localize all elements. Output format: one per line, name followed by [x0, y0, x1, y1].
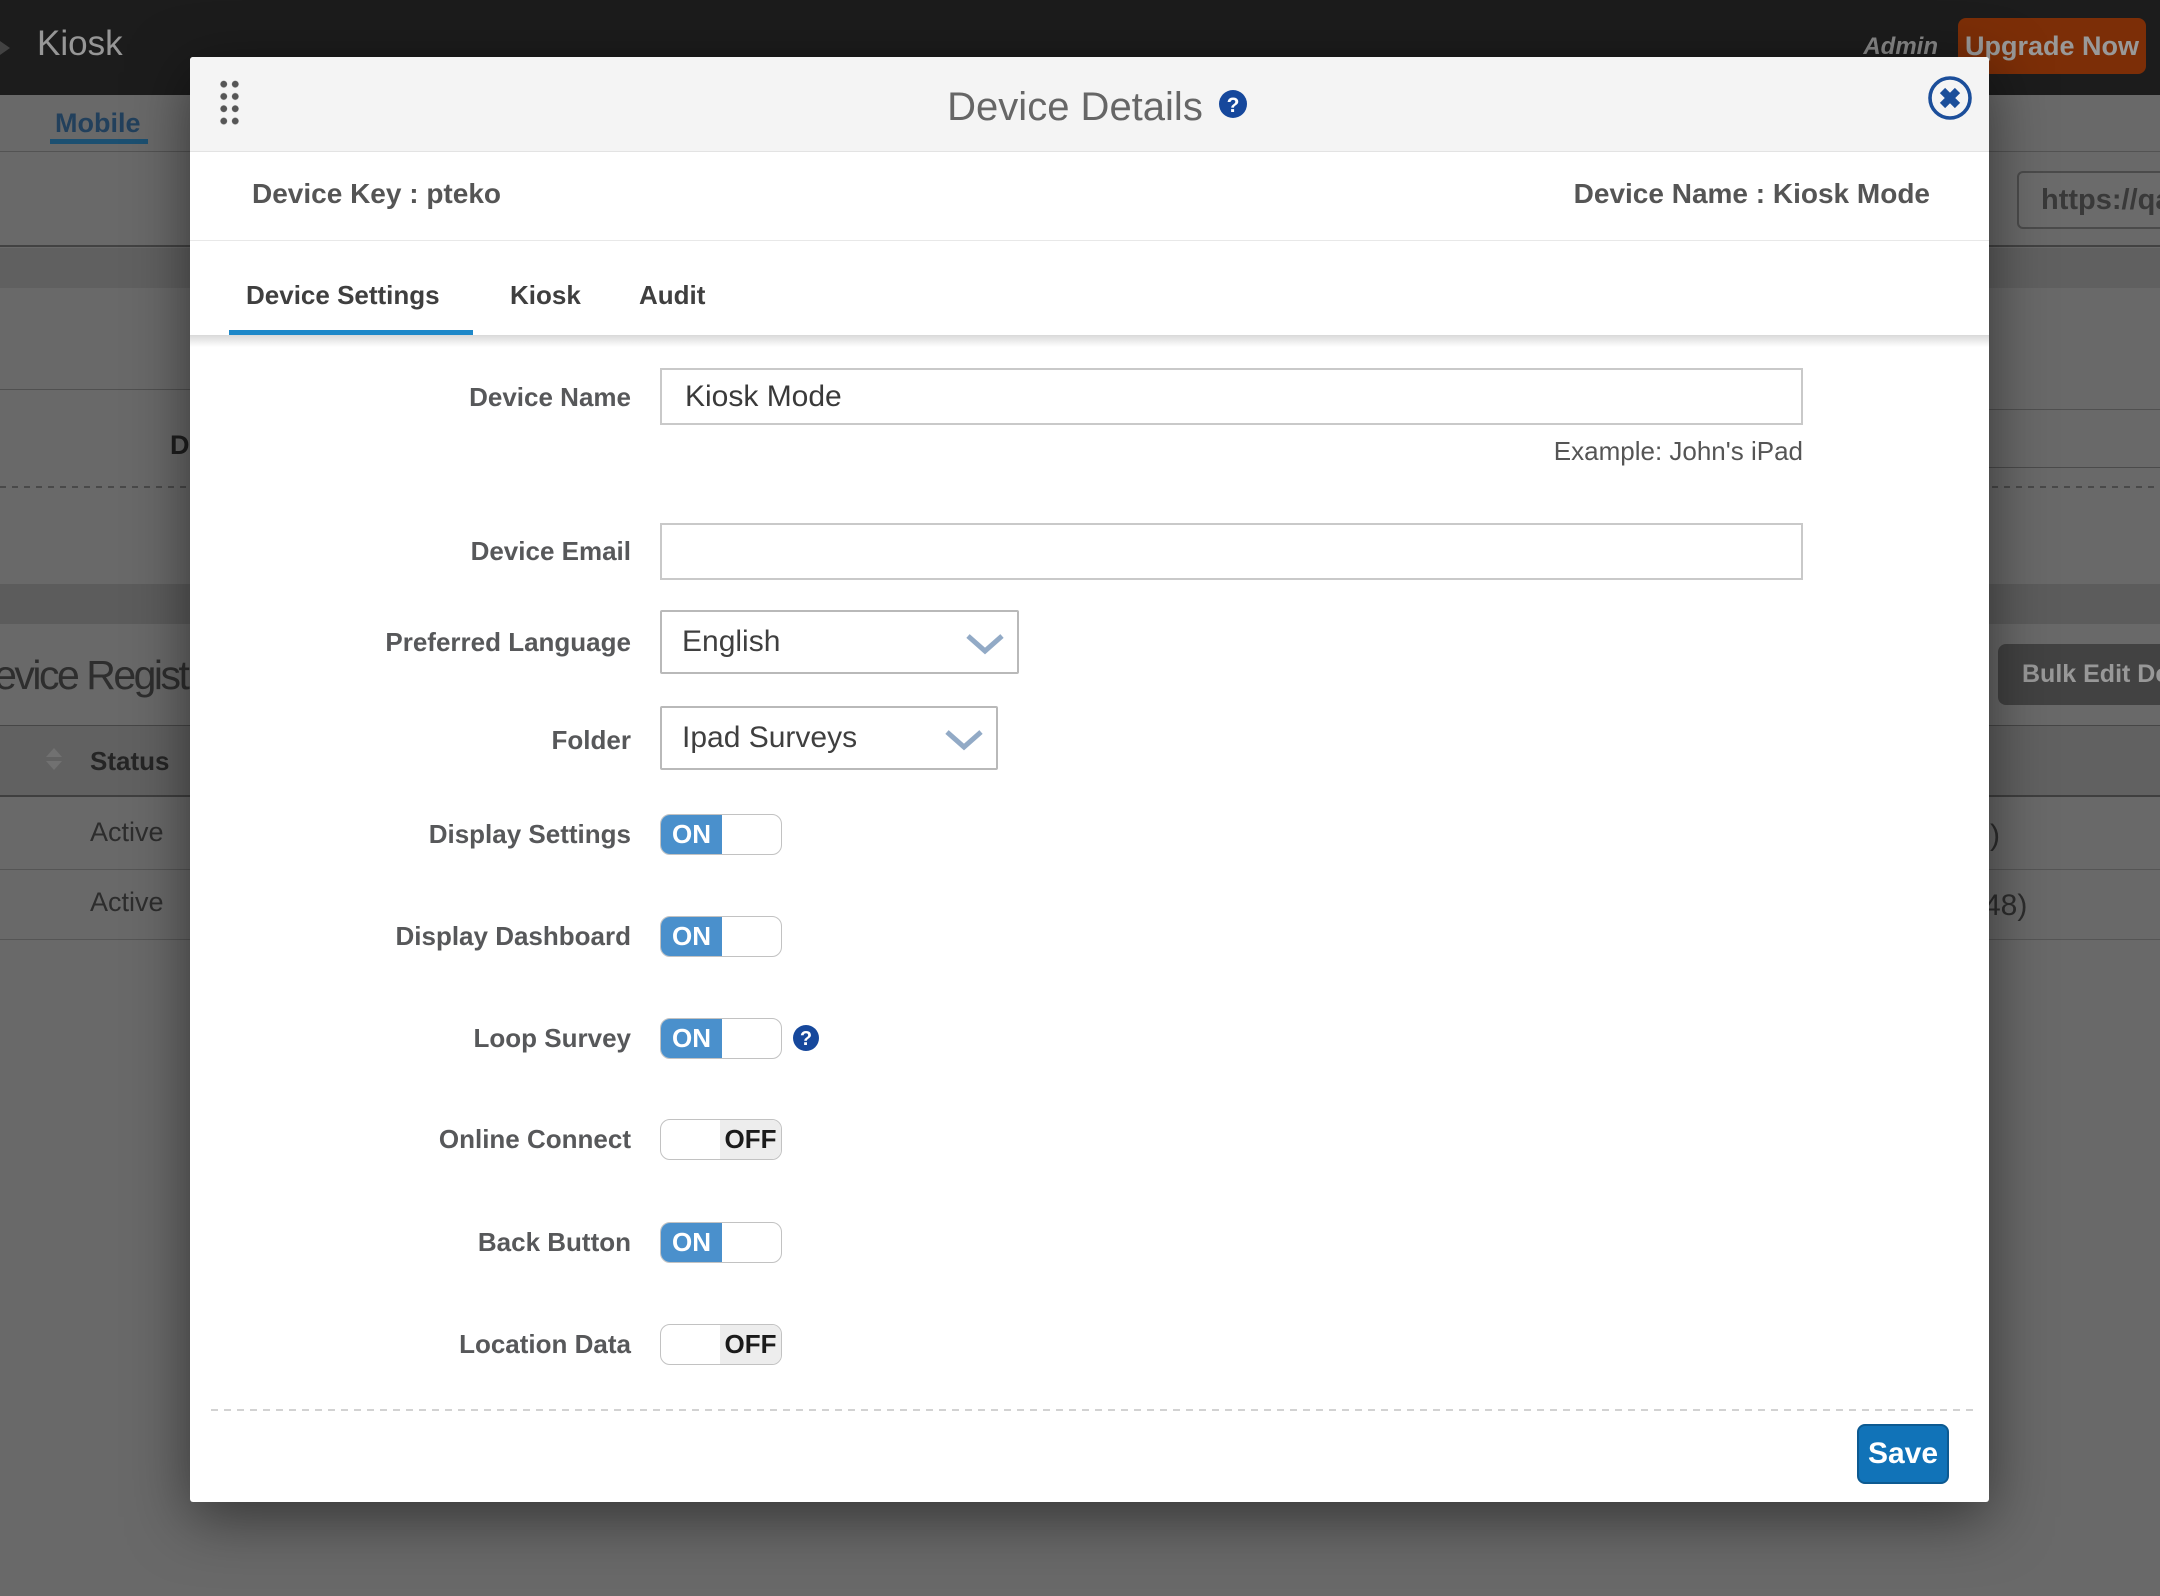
- svg-text:?: ?: [800, 1028, 812, 1050]
- svg-text:?: ?: [1227, 94, 1240, 117]
